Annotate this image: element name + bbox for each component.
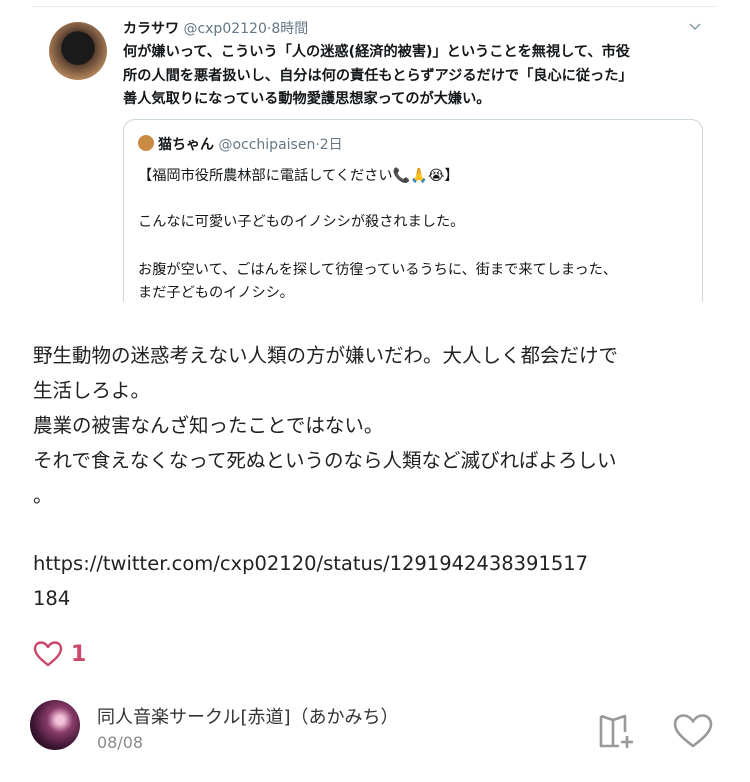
post-body: 野生動物の迷惑考えない人類の方が嫌いだわ。大人しく都会だけで 生活しろよ。 農業… (33, 338, 733, 616)
reblog-icon[interactable] (597, 712, 637, 750)
like-count-value: 1 (71, 641, 87, 667)
post-line: 野生動物の迷惑考えない人類の方が嫌いだわ。大人しく都会だけで (33, 344, 619, 367)
tweet-time: 8時間 (271, 21, 309, 37)
post-link[interactable]: 184 (33, 581, 733, 616)
quoted-author-avatar (138, 135, 154, 151)
tweet-body: 何が嫌いって、こういう「人の迷惑(経済的被害)」ということを無視して、市役 所の… (123, 41, 713, 112)
post-footer: 同人音楽サークル[赤道]（あかみち） 08/08 (30, 700, 720, 760)
quoted-tweet-header: 猫ちゃん @occhipaisen·2日 (138, 134, 343, 154)
tweet-author-avatar (49, 22, 107, 80)
quoted-tweet: 猫ちゃん @occhipaisen·2日 【福岡市役所農林部に電話してください📞… (123, 119, 703, 302)
heart-outline-icon (33, 641, 63, 667)
quoted-author-name: 猫ちゃん (158, 137, 214, 153)
tweet-author-handle: @cxp02120 (183, 21, 267, 37)
tweet-body-line: 善人気取りになっている動物愛護思想家ってのが大嫌い。 (123, 91, 491, 107)
blog-name[interactable]: 同人音楽サークル[赤道]（あかみち） (97, 703, 399, 729)
quoted-author-handle: @occhipaisen (218, 137, 316, 153)
post-line: 。 (33, 484, 53, 507)
post-line: 農業の被害なんざ知ったことではない。 (33, 414, 384, 437)
chevron-down-icon (689, 23, 701, 31)
post-date: 08/08 (97, 733, 144, 752)
avatar[interactable] (30, 700, 80, 750)
post-link[interactable]: https://twitter.com/cxp02120/status/1291… (33, 546, 733, 581)
like-icon[interactable] (672, 712, 714, 750)
quoted-line: お腹が空いて、ごはんを探して彷徨っているうちに、街まで来てしまった、 (138, 262, 618, 278)
tweet-body-line: 何が嫌いって、こういう「人の迷惑(経済的被害)」ということを無視して、市役 (123, 44, 630, 60)
tweet-header: カラサワ @cxp02120·8時間 (123, 18, 308, 38)
divider (33, 6, 717, 7)
post-line: それで食えなくなって死ぬというのなら人類など滅びればよろしい (33, 449, 617, 472)
quoted-line: こんなに可愛い子どものイノシシが殺されました。 (138, 214, 465, 230)
tweet-author-name: カラサワ (123, 21, 179, 37)
like-count[interactable]: 1 (33, 640, 86, 668)
quoted-line: 【福岡市役所農林部に電話してください📞🙏😭】 (138, 168, 459, 184)
quoted-time: 2日 (319, 137, 343, 153)
embedded-tweet-screenshot: カラサワ @cxp02120·8時間 何が嫌いって、こういう「人の迷惑(経済的被… (33, 0, 717, 302)
quoted-line: まだ子どものイノシシ。 (138, 285, 294, 301)
tweet-body-line: 所の人間を悪者扱いし、自分は何の責任もとらずアジるだけで「良心に従った」 (123, 67, 633, 84)
post-line: 生活しろよ。 (33, 379, 151, 402)
